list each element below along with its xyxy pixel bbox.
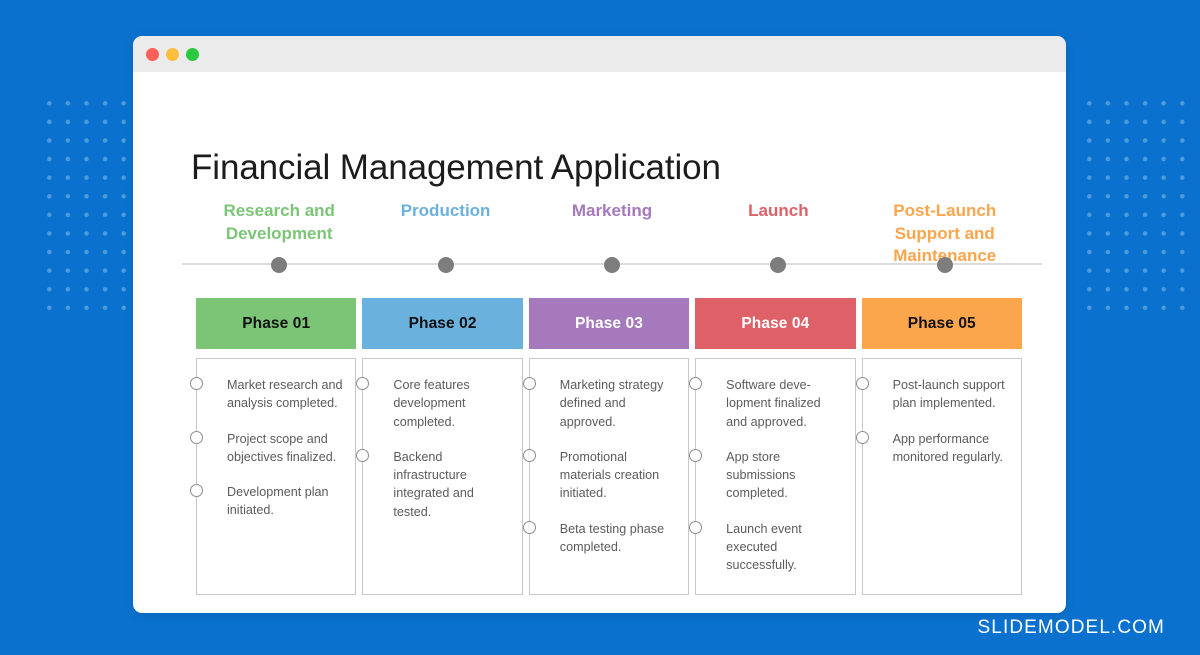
phase-column: Launch Phase 04 Software deve-lopment fina…	[689, 200, 862, 595]
bullet-text: Launch event executed successfully.	[726, 521, 802, 573]
timeline-node-icon[interactable]	[437, 256, 454, 273]
phase-timeline: Research and Development Phase 01 Market r…	[182, 200, 1042, 595]
bullet-text: Backend infrastructure integrated and te…	[393, 449, 474, 519]
circle-bullet-icon	[522, 520, 536, 534]
phase-heading: Marketing	[571, 201, 653, 220]
bullet-item: Backend infrastructure integrated and te…	[356, 448, 511, 521]
browser-window: Financial Management Application Researc…	[133, 36, 1066, 613]
bullet-text: Beta testing phase completed.	[559, 521, 665, 554]
phase-column: Post-Launch Support and Maintenance Phase…	[855, 200, 1042, 595]
circle-bullet-icon	[190, 430, 203, 444]
bullet-text: App store submissions completed.	[726, 449, 796, 501]
circle-bullet-icon	[356, 377, 370, 390]
dot-pattern-left	[36, 90, 146, 320]
watermark: SLIDEMODEL.COM	[977, 617, 1165, 638]
maximize-button-icon[interactable]	[186, 47, 199, 61]
phase-column: Marketing Phase 03 Marketing strategy defi…	[522, 200, 696, 595]
phase-heading: Launch	[748, 201, 809, 220]
bullet-item: Promotional materials creation initiated…	[522, 448, 678, 503]
phase-band[interactable]: Phase 01	[196, 298, 357, 349]
bullet-item: Beta testing phase completed.	[522, 520, 678, 557]
timeline-node-icon[interactable]	[271, 256, 288, 273]
bullet-text: Project scope and objectives finalized.	[227, 431, 337, 464]
phase-heading: Research and Development	[223, 201, 335, 243]
bullet-text: App performance monitored regularly.	[892, 431, 1003, 464]
bullet-item: Core features development completed.	[356, 376, 511, 431]
slide-canvas: Financial Management Application Researc…	[0, 0, 1200, 655]
circle-bullet-icon	[689, 520, 703, 534]
phase-card: Post-launch support plan implemented. App…	[855, 358, 1022, 595]
bullet-item: Marketing strategy defined and approved.	[522, 376, 678, 431]
timeline-segment	[528, 250, 696, 278]
circle-bullet-icon	[689, 448, 703, 462]
circle-bullet-icon	[522, 448, 536, 462]
phase-band[interactable]: Phase 05	[861, 298, 1022, 349]
phase-heading: Post-Launch Support and Maintenance	[893, 201, 997, 266]
circle-bullet-icon	[190, 484, 203, 497]
phase-heading: Production	[400, 201, 491, 220]
phase-band[interactable]: Phase 02	[362, 298, 523, 349]
timeline-segment	[861, 250, 1042, 278]
bullet-text: Post-launch support plan implemented.	[892, 378, 1005, 411]
circle-bullet-icon	[190, 377, 203, 390]
circle-bullet-icon	[522, 377, 536, 390]
timeline-node-icon[interactable]	[770, 256, 787, 273]
phase-band[interactable]: Phase 03	[528, 298, 690, 349]
bullet-item: Post-launch support plan implemented.	[855, 376, 1011, 413]
circle-bullet-icon	[855, 377, 869, 390]
phase-card: Market research and analysis completed. P…	[190, 358, 357, 595]
bullet-item: App performance monitored regularly.	[855, 430, 1011, 467]
phase-card: Software deve-lopment finalized and appr…	[689, 358, 856, 595]
close-button-icon[interactable]	[146, 47, 159, 61]
slide-content: Financial Management Application Researc…	[133, 72, 1066, 613]
bullet-text: Software deve-lopment finalized and appr…	[726, 378, 821, 429]
bullet-text: Development plan initiated.	[227, 485, 329, 518]
timeline-segment	[695, 250, 862, 278]
circle-bullet-icon	[855, 430, 869, 444]
page-title: Financial Management Application	[191, 148, 721, 187]
phase-band[interactable]: Phase 04	[695, 298, 856, 349]
bullet-item: Software deve-lopment finalized and appr…	[689, 376, 844, 431]
bullet-text: Core features development completed.	[393, 378, 470, 429]
bullet-item: App store submissions completed.	[689, 448, 844, 503]
dot-pattern-right	[1076, 90, 1186, 320]
circle-bullet-icon	[356, 448, 370, 462]
timeline-segment	[182, 250, 363, 278]
timeline-node-icon[interactable]	[603, 256, 620, 273]
circle-bullet-icon	[689, 377, 703, 390]
bullet-item: Launch event executed successfully.	[689, 520, 844, 575]
bullet-text: Market research and analysis completed.	[227, 378, 343, 411]
bullet-text: Marketing strategy defined and approved.	[559, 378, 664, 429]
phase-column: Production Phase 02 Core features developm…	[356, 200, 529, 595]
minimize-button-icon[interactable]	[166, 47, 179, 61]
bullet-item: Market research and analysis completed.	[190, 376, 345, 413]
bullet-item: Development plan initiated.	[190, 483, 345, 520]
timeline-segment	[362, 250, 529, 278]
phase-column: Research and Development Phase 01 Market r…	[182, 200, 363, 595]
phase-card: Core features development completed. Back…	[356, 358, 523, 595]
window-titlebar	[133, 36, 1066, 72]
timeline-node-icon[interactable]	[936, 256, 953, 273]
bullet-item: Project scope and objectives finalized.	[190, 430, 345, 467]
phase-card: Marketing strategy defined and approved.…	[522, 358, 690, 595]
bullet-text: Promotional materials creation initiated…	[559, 449, 660, 501]
